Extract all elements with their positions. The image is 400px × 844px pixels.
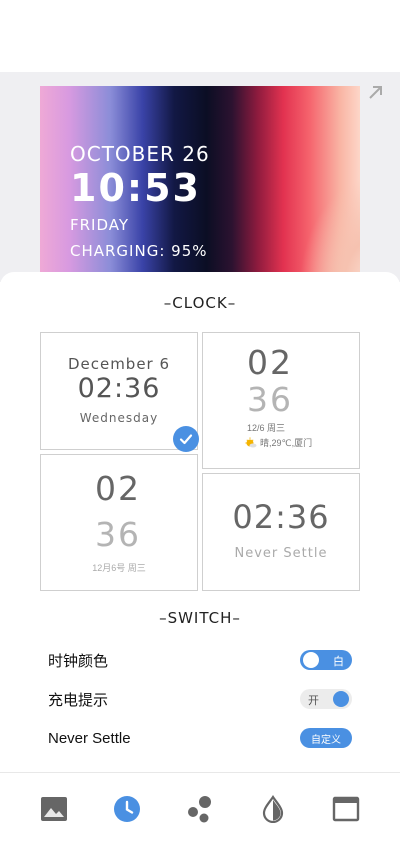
setting-label: Never Settle [48, 729, 131, 747]
preview-area: OCTOBER 26 10:53 FRIDAY CHARGING: 95% [0, 72, 400, 282]
setting-row-never-settle: Never Settle 自定义 [48, 726, 352, 750]
clock-style-day: Wednesday [79, 411, 159, 425]
clock-style-weather: 晴,29℃,厦门 [245, 436, 312, 449]
weather-text: 晴,29℃,厦门 [260, 438, 313, 448]
sunny-weather-icon [245, 437, 257, 449]
bottom-nav [0, 772, 400, 844]
preview-charging: CHARGING: 95% [70, 242, 208, 260]
widgets-icon[interactable] [186, 795, 214, 823]
theme-icon[interactable] [259, 795, 287, 823]
wallpaper-icon[interactable] [40, 795, 68, 823]
customize-button[interactable]: 自定义 [300, 728, 352, 748]
setting-label: 充电提示 [48, 691, 109, 709]
preview-date: OCTOBER 26 [70, 142, 210, 166]
clock-style-option[interactable]: 02 36 12月6号 周三 [40, 454, 198, 591]
clock-style-option[interactable]: 02 36 12/6 周三 晴,29℃,厦门 [202, 332, 360, 469]
clock-style-time: 02:36 [232, 498, 330, 536]
clock-style-time: 02:36 [77, 373, 161, 404]
toggle-text: 开 [308, 695, 319, 707]
setting-row-clock-color: 时钟颜色 白 [48, 648, 352, 672]
clock-style-date-info: 12月6号 周三 [92, 563, 146, 573]
clock-style-option[interactable]: 02:36 Never Settle [202, 473, 360, 591]
toggle-text: 白 [333, 656, 344, 668]
preview-time: 10:53 [70, 166, 201, 210]
clock-style-subtitle: Never Settle [234, 546, 328, 561]
setting-label: 时钟颜色 [48, 652, 109, 670]
toggle-knob [333, 691, 349, 707]
clock-style-minute: 36 [95, 515, 141, 554]
top-bar [0, 0, 400, 72]
clock-style-hour: 02 [95, 469, 141, 508]
switch-section-title: –SWITCH– [159, 609, 241, 627]
selected-check-icon [173, 426, 199, 452]
clock-style-option[interactable]: December 6 02:36 Wednesday [40, 332, 199, 452]
preview-day: FRIDAY [70, 216, 130, 234]
toggle-knob [303, 652, 319, 668]
clock-icon[interactable] [113, 795, 141, 823]
clock-style-date: December 6 [67, 355, 171, 373]
clock-color-toggle[interactable]: 白 [300, 650, 352, 670]
clock-style-minute: 36 [247, 380, 293, 419]
settings-sheet: –CLOCK– December 6 02:36 Wednesday 02 36… [0, 272, 400, 772]
window-icon[interactable] [332, 795, 360, 823]
wallpaper-preview[interactable]: OCTOBER 26 10:53 FRIDAY CHARGING: 95% [40, 86, 360, 276]
expand-arrow-icon[interactable] [368, 84, 384, 100]
setting-row-charging-hint: 充电提示 开 [48, 687, 352, 711]
clock-style-hour: 02 [247, 343, 293, 382]
clock-style-date-info: 12/6 周三 [247, 423, 286, 433]
clock-section-title: –CLOCK– [163, 294, 237, 312]
charging-hint-toggle[interactable]: 开 [300, 689, 352, 709]
